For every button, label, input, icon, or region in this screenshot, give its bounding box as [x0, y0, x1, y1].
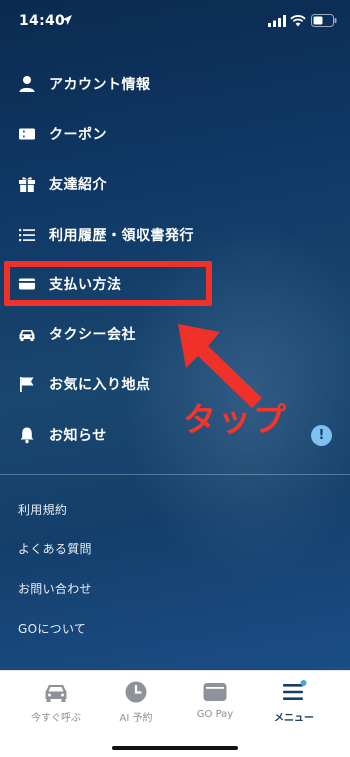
menu-item-account[interactable]: アカウント情報 — [0, 64, 350, 104]
link-faq[interactable]: よくある質問 — [18, 540, 92, 557]
bell-icon — [20, 427, 34, 444]
menu-item-label: アカウント情報 — [49, 77, 151, 93]
tab-ai-reservation[interactable]: AI 予約 — [92, 671, 180, 731]
tab-label: GO Pay — [196, 709, 234, 720]
notification-badge: ! — [311, 425, 332, 446]
menu-item-referral[interactable]: 友達紹介 — [0, 164, 350, 204]
menu-item-label: お気に入り地点 — [49, 377, 151, 393]
link-terms[interactable]: 利用規約 — [18, 501, 67, 518]
ticket-icon — [19, 128, 35, 140]
home-indicator — [112, 746, 238, 750]
flag-icon — [20, 377, 34, 392]
menu-item-label: クーポン — [49, 127, 107, 143]
menu-screen: 14:40 アカウント情報 クーポン 友達紹介 利用履歴・領収書発行 支払い方法… — [0, 0, 350, 670]
status-time: 14:40 — [19, 13, 66, 29]
list-icon — [19, 229, 35, 242]
tap-annotation: タップ — [183, 400, 288, 439]
divider — [0, 474, 350, 475]
menu-item-label: 利用履歴・領収書発行 — [49, 228, 194, 244]
clock-icon — [125, 681, 147, 703]
signal-icon — [268, 15, 286, 27]
tab-go-pay[interactable]: GO Pay — [171, 671, 259, 731]
wallet-icon — [203, 683, 227, 701]
tab-menu[interactable]: メニュー — [250, 671, 338, 731]
menu-item-coupon[interactable]: クーポン — [0, 114, 350, 154]
tab-call-now[interactable]: 今すぐ呼ぶ — [12, 671, 100, 731]
link-about-go[interactable]: GOについて — [18, 620, 86, 637]
menu-item-label: タクシー会社 — [49, 327, 136, 343]
status-bar: 14:40 — [0, 0, 350, 44]
location-arrow-icon — [62, 15, 72, 25]
wifi-icon — [290, 15, 306, 27]
highlight-box — [4, 261, 212, 306]
battery-icon — [311, 14, 337, 27]
tab-label: AI 予約 — [119, 713, 153, 724]
menu-item-label: お知らせ — [49, 428, 107, 444]
person-icon — [19, 76, 35, 92]
tab-label: 今すぐ呼ぶ — [31, 713, 81, 724]
menu-item-history[interactable]: 利用履歴・領収書発行 — [0, 215, 350, 255]
link-contact[interactable]: お問い合わせ — [18, 580, 92, 597]
tab-bar: 今すぐ呼ぶ AI 予約 GO Pay メニュー — [0, 670, 350, 757]
car-icon — [45, 685, 67, 702]
menu-item-label: 友達紹介 — [49, 177, 107, 193]
menu-item-notices[interactable]: お知らせ — [0, 415, 350, 455]
menu-icon — [283, 680, 307, 700]
tab-label: メニュー — [274, 713, 314, 724]
taxi-icon — [19, 330, 35, 341]
gift-icon — [19, 177, 35, 192]
